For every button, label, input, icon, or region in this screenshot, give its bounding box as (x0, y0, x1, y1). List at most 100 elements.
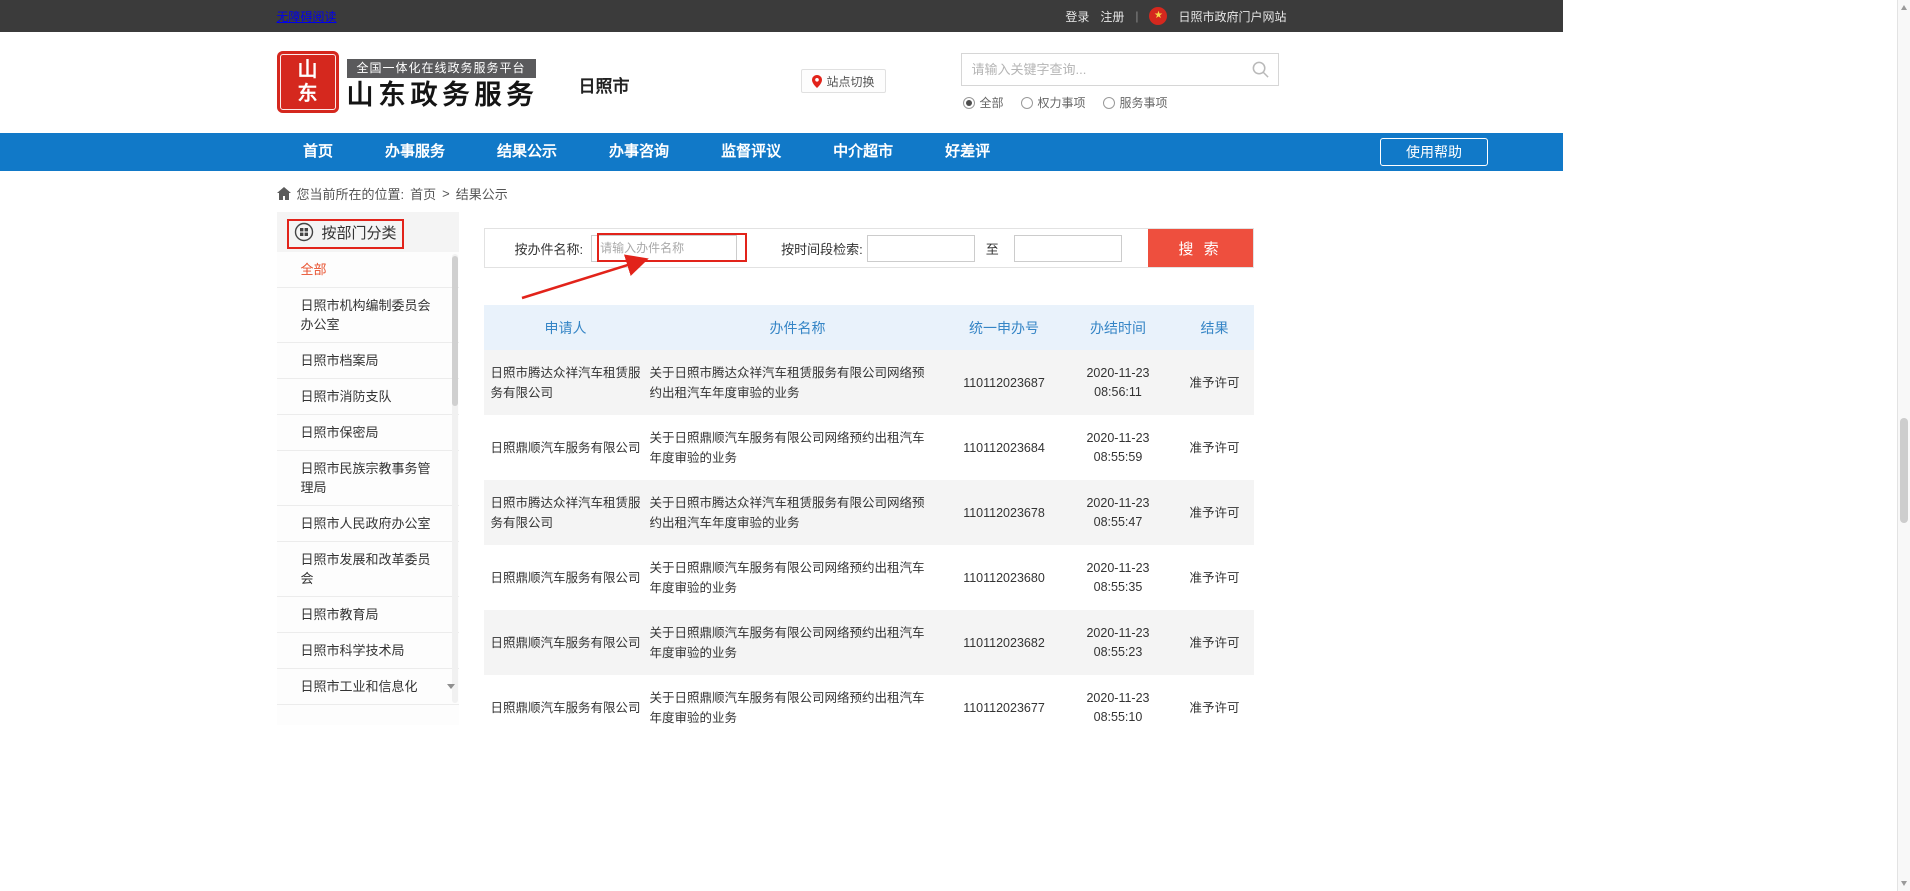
case-name-label: 按办件名称: (515, 239, 584, 258)
department-item[interactable]: 日照市发展和改革委员会 (277, 542, 459, 597)
table-row[interactable]: 日照鼎顺汽车服务有限公司 关于日照鼎顺汽车服务有限公司网络预约出租汽车年度审验的… (484, 415, 1254, 480)
divider: | (1135, 9, 1138, 23)
department-item[interactable]: 日照市保密局 (277, 415, 459, 451)
cell-applicant: 日照市腾达众祥汽车租赁服务有限公司 (484, 483, 648, 543)
table-row[interactable]: 日照市腾达众祥汽车租赁服务有限公司 关于日照市腾达众祥汽车租赁服务有限公司网络预… (484, 480, 1254, 545)
cell-item-name: 关于日照市腾达众祥汽车租赁服务有限公司网络预约出租汽车年度审验的业务 (648, 353, 948, 413)
chevron-down-icon[interactable] (447, 684, 455, 689)
table-row[interactable]: 日照市腾达众祥汽车租赁服务有限公司 关于日照市腾达众祥汽车租赁服务有限公司网络预… (484, 350, 1254, 415)
col-header-result: 结果 (1176, 318, 1254, 338)
site-switch-button[interactable]: 站点切换 (801, 69, 886, 93)
department-item-label: 日照市消防支队 (301, 389, 392, 404)
nav-item[interactable]: 结果公示 (471, 133, 583, 171)
department-item[interactable]: 日照市消防支队 (277, 379, 459, 415)
department-item[interactable]: 日照市人民政府办公室 (277, 506, 459, 542)
nav-item[interactable]: 中介超市 (807, 133, 919, 171)
date-to-input[interactable] (1014, 235, 1122, 262)
register-link[interactable]: 注册 (1100, 8, 1124, 25)
keyword-search-box (961, 53, 1279, 86)
department-item-label: 日照市教育局 (301, 607, 379, 622)
page-scrollbar-thumb[interactable] (1900, 418, 1908, 523)
cell-applicant: 日照鼎顺汽车服务有限公司 (484, 558, 648, 598)
table-row[interactable]: 日照鼎顺汽车服务有限公司 关于日照鼎顺汽车服务有限公司网络预约出租汽车年度审验的… (484, 675, 1254, 740)
accessibility-link[interactable]: 无障碍阅读 (277, 8, 337, 25)
scope-radio-option[interactable]: 全部 (963, 94, 1004, 111)
department-item[interactable]: 日照市工业和信息化 (277, 669, 459, 705)
cell-result: 准予许可 (1176, 698, 1254, 718)
department-item[interactable]: 日照市民族宗教事务管理局 (277, 451, 459, 506)
cell-apply-id: 110112023682 (948, 633, 1061, 653)
cell-finish-time: 2020-11-2308:55:23 (1061, 624, 1176, 662)
scope-radio-label: 权力事项 (1038, 94, 1086, 111)
browser-viewport: 无障碍阅读 登录 注册 | ★ 日照市政府门户网站 山东 全国一体化在线政务服务… (0, 0, 1910, 891)
department-item[interactable]: 日照市科学技术局 (277, 633, 459, 669)
search-icon[interactable] (1251, 60, 1270, 79)
national-emblem-icon: ★ (1149, 7, 1167, 25)
time-range-label: 按时间段检索: (781, 239, 863, 258)
home-icon (277, 187, 291, 200)
sidebar-scrollbar-thumb[interactable] (452, 256, 458, 406)
cell-result: 准予许可 (1176, 373, 1254, 393)
table-row[interactable]: 日照鼎顺汽车服务有限公司 关于日照鼎顺汽车服务有限公司网络预约出租汽车年度审验的… (484, 545, 1254, 610)
cell-apply-id: 110112023684 (948, 438, 1061, 458)
cell-item-name: 关于日照鼎顺汽车服务有限公司网络预约出租汽车年度审验的业务 (648, 613, 948, 673)
nav-item[interactable]: 监督评议 (695, 133, 807, 171)
brand-title: 山东政务服务 (347, 80, 539, 110)
scroll-down-icon[interactable] (1901, 881, 1907, 886)
results-table: 申请人 办件名称 统一申办号 办结时间 结果 日照市腾达众祥汽车租赁服务有限公司… (484, 305, 1254, 740)
scroll-up-icon[interactable] (1901, 5, 1907, 10)
department-item[interactable]: 日照市档案局 (277, 343, 459, 379)
case-name-input[interactable] (591, 235, 737, 262)
platform-badge: 全国一体化在线政务服务平台 (347, 59, 536, 78)
cell-item-name: 关于日照市腾达众祥汽车租赁服务有限公司网络预约出租汽车年度审验的业务 (648, 483, 948, 543)
scope-radio-label: 服务事项 (1120, 94, 1168, 111)
city-name: 日照市 (579, 72, 630, 97)
main-nav: 首页办事服务结果公示办事咨询监督评议中介超市好差评 使用帮助 (0, 133, 1563, 171)
cell-applicant: 日照市腾达众祥汽车租赁服务有限公司 (484, 353, 648, 413)
range-to-label: 至 (986, 239, 999, 258)
radio-icon (963, 97, 975, 109)
cell-finish-time: 2020-11-2308:56:11 (1061, 364, 1176, 402)
cell-apply-id: 110112023687 (948, 373, 1061, 393)
department-item-label: 日照市机构编制委员会办公室 (301, 298, 431, 332)
department-item[interactable]: 日照市机构编制委员会办公室 (277, 288, 459, 343)
sidebar-scrollbar[interactable] (452, 254, 458, 703)
department-item[interactable]: 日照市教育局 (277, 597, 459, 633)
portal-link[interactable]: 日照市政府门户网站 (1178, 8, 1286, 25)
location-pin-icon (812, 75, 822, 88)
col-header-finish-time: 办结时间 (1061, 318, 1176, 338)
breadcrumb-home[interactable]: 首页 (410, 184, 436, 203)
nav-item[interactable]: 好差评 (919, 133, 1016, 171)
page: 无障碍阅读 登录 注册 | ★ 日照市政府门户网站 山东 全国一体化在线政务服务… (0, 0, 1563, 740)
cell-result: 准予许可 (1176, 438, 1254, 458)
nav-item[interactable]: 首页 (277, 133, 359, 171)
cell-apply-id: 110112023680 (948, 568, 1061, 588)
keyword-search-input[interactable] (962, 62, 1251, 77)
cell-finish-time: 2020-11-2308:55:10 (1061, 689, 1176, 727)
cell-finish-time: 2020-11-2308:55:35 (1061, 559, 1176, 597)
help-button[interactable]: 使用帮助 (1380, 138, 1488, 166)
scope-radio-option[interactable]: 权力事项 (1021, 94, 1086, 111)
search-scope-filters: 全部 权力事项 服务事项 (963, 94, 1168, 111)
cell-finish-time: 2020-11-2308:55:59 (1061, 429, 1176, 467)
cell-applicant: 日照鼎顺汽车服务有限公司 (484, 428, 648, 468)
sidebar-category-header: 按部门分类 (277, 212, 459, 252)
content: 按部门分类 全部 日照市机构编制委员会办公室 日照市档案局 (277, 205, 1287, 740)
page-scrollbar[interactable] (1897, 0, 1910, 891)
department-item-label: 日照市人民政府办公室 (301, 516, 431, 531)
nav-item[interactable]: 办事服务 (359, 133, 471, 171)
nav-item[interactable]: 办事咨询 (583, 133, 695, 171)
department-item-label: 日照市档案局 (301, 353, 379, 368)
cell-item-name: 关于日照鼎顺汽车服务有限公司网络预约出租汽车年度审验的业务 (648, 418, 948, 478)
department-item[interactable]: 全部 (277, 252, 459, 288)
category-icon (294, 222, 314, 242)
seal-text: 山东 (295, 58, 321, 106)
cell-result: 准予许可 (1176, 633, 1254, 653)
top-bar: 无障碍阅读 登录 注册 | ★ 日照市政府门户网站 (0, 0, 1563, 32)
login-link[interactable]: 登录 (1065, 8, 1089, 25)
scope-radio-option[interactable]: 服务事项 (1103, 94, 1168, 111)
date-from-input[interactable] (867, 235, 975, 262)
radio-icon (1103, 97, 1115, 109)
search-button[interactable]: 搜 索 (1148, 229, 1253, 267)
table-row[interactable]: 日照鼎顺汽车服务有限公司 关于日照鼎顺汽车服务有限公司网络预约出租汽车年度审验的… (484, 610, 1254, 675)
